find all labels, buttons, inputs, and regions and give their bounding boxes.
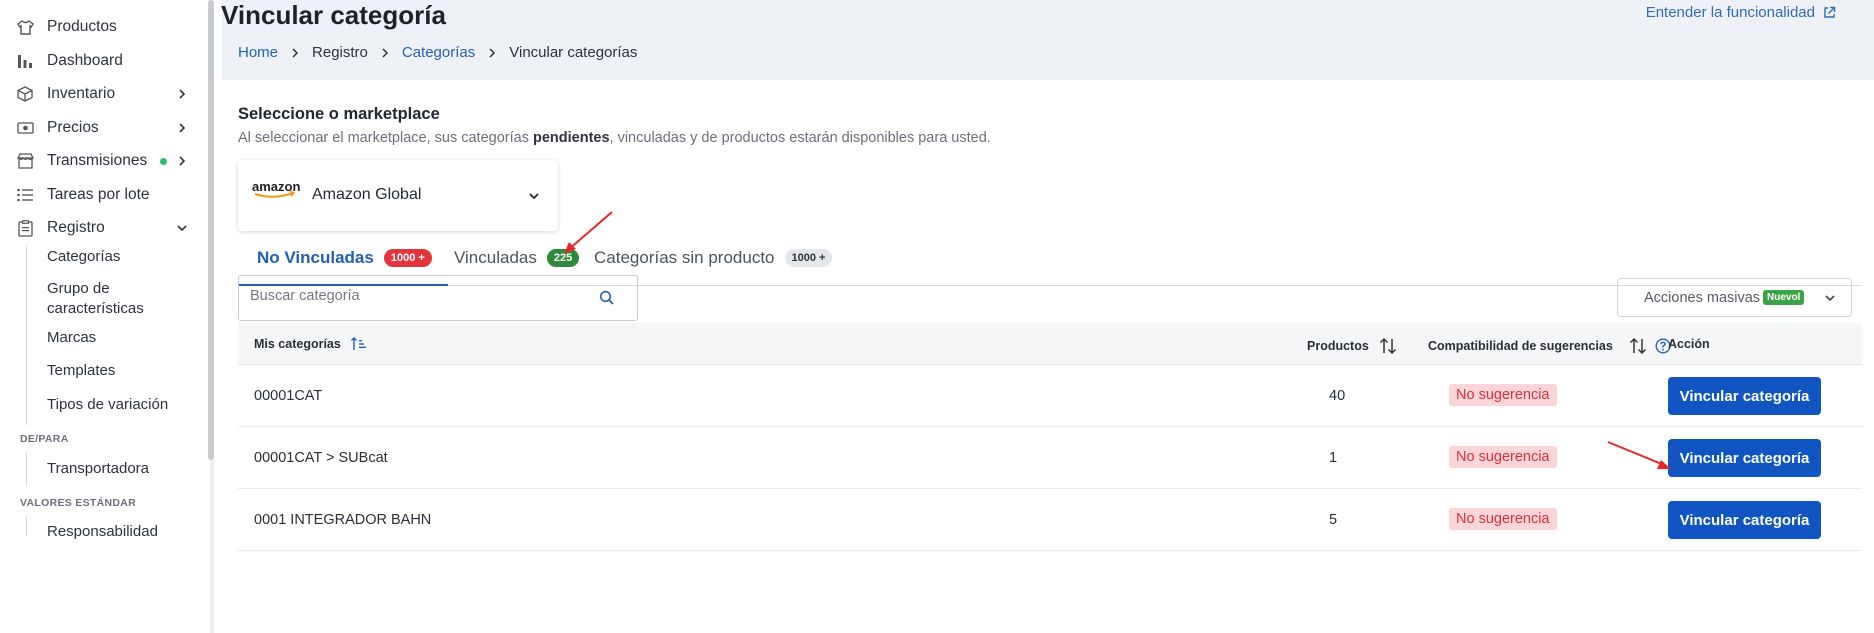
sidebar-item-label: Productos: [47, 18, 117, 35]
search-icon[interactable]: [599, 290, 615, 306]
link-category-button[interactable]: Vincular categoría: [1668, 501, 1821, 539]
sidebar-scrollbar[interactable]: [208, 0, 214, 460]
th-products[interactable]: Productos: [1307, 337, 1397, 355]
chevron-down-icon: [529, 193, 539, 200]
th-action: Acción: [1668, 337, 1710, 351]
marketplace-description: Al seleccionar el marketplace, sus categ…: [238, 130, 991, 146]
table-header: Mis categorías Productos Compatibilidad …: [238, 323, 1862, 365]
status-badge: No sugerencia: [1449, 446, 1557, 468]
sidebar-subitem-responsabilidad[interactable]: Responsabilidad: [47, 522, 158, 542]
sidebar-subitem-categorias[interactable]: Categorías: [47, 247, 120, 267]
page-title: Vincular categoría: [221, 0, 446, 30]
chevron-down-icon: [177, 225, 187, 232]
chevron-right-icon: [489, 47, 496, 58]
marketplace-selected-value: Amazon Global: [312, 186, 422, 203]
sidebar-item-precios[interactable]: Precios: [0, 113, 200, 143]
submenu-rail: [26, 452, 27, 486]
marketplace-title: Seleccione o marketplace: [238, 105, 440, 123]
sidebar-item-label: Dashboard: [47, 52, 123, 69]
table-row: 0001 INTEGRADOR BAHN 5 No sugerencia Vin…: [238, 489, 1862, 551]
link-category-button[interactable]: Vincular categoría: [1668, 439, 1821, 477]
section-label-depara: DE/PARA: [20, 433, 69, 445]
help-link-label: Entender la funcionalidad: [1645, 4, 1815, 21]
sidebar-item-transmisiones[interactable]: Transmisiones: [0, 146, 200, 176]
amazon-logo: amazon: [251, 179, 301, 205]
link-category-button[interactable]: Vincular categoría: [1668, 377, 1821, 415]
sidebar-subitem-tipos-variacion[interactable]: Tipos de variación: [47, 395, 168, 415]
bulk-actions-label: Acciones masivas: [1644, 289, 1761, 306]
box-icon: [16, 85, 34, 103]
sidebar-item-productos[interactable]: Productos: [0, 12, 200, 42]
sidebar-item-label: Inventario: [47, 85, 116, 102]
status-badge: No sugerencia: [1449, 384, 1557, 406]
breadcrumb-current: Vincular categorías: [509, 44, 638, 61]
sidebar-subitem-transportadora[interactable]: Transportadora: [47, 459, 149, 479]
sidebar-item-label: Transmisiones: [47, 152, 148, 169]
bulk-actions-dropdown[interactable]: Acciones masivas Nuevol: [1617, 278, 1852, 317]
annotation-arrow-icon: [564, 211, 613, 254]
sidebar-item-label: Registro: [47, 219, 105, 236]
submenu-rail: [26, 516, 27, 536]
external-link-icon: [1824, 6, 1836, 18]
th-categories[interactable]: Mis categorías: [254, 337, 367, 351]
chevron-down-icon: [1825, 294, 1835, 301]
product-count: 1: [1329, 450, 1338, 466]
status-badge: No sugerencia: [1449, 508, 1557, 530]
annotation-arrow-icon: [1607, 441, 1671, 469]
category-name: 00001CAT: [254, 388, 323, 404]
category-name: 00001CAT > SUBcat: [254, 450, 388, 466]
category-name: 0001 INTEGRADOR BAHN: [254, 512, 432, 528]
sidebar-item-registro[interactable]: Registro: [0, 213, 200, 243]
sort-icon[interactable]: [1379, 337, 1397, 355]
chevron-right-icon: [179, 123, 186, 133]
new-badge: Nuevol: [1763, 290, 1805, 305]
tab-label: No Vinculadas: [257, 247, 374, 267]
sidebar-subitem-marcas[interactable]: Marcas: [47, 328, 96, 348]
clipboard-icon: [16, 219, 34, 237]
tab-label: Vinculadas: [454, 247, 537, 267]
chevron-right-icon: [382, 47, 388, 58]
sidebar-scroll-track: [214, 0, 222, 633]
table-row: 00001CAT 40 No sugerencia Vincular categ…: [238, 365, 1862, 427]
product-count: 40: [1329, 388, 1346, 404]
breadcrumb-categorias[interactable]: Categorías: [402, 44, 475, 61]
money-icon: [16, 119, 34, 137]
chevron-right-icon: [179, 156, 186, 166]
chevron-right-icon: [292, 47, 299, 58]
submenu-rail: [26, 245, 27, 425]
bar-chart-icon: [16, 52, 34, 70]
sort-icon[interactable]: [1629, 337, 1647, 355]
search-box[interactable]: [238, 275, 638, 321]
main-card: Seleccione o marketplace Al seleccionar …: [222, 80, 1874, 633]
store-icon: [16, 152, 34, 170]
shirt-icon: [16, 18, 34, 36]
sidebar-item-tareas-por-lote[interactable]: Tareas por lote: [0, 180, 200, 210]
sidebar-subitem-grupo-caracteristicas[interactable]: Grupo de características: [47, 279, 187, 319]
sidebar: Productos Dashboard Inventario Precios T…: [0, 0, 210, 633]
section-label-valores: VALORES ESTÁNDAR: [20, 497, 137, 509]
count-badge: 1000 +: [383, 248, 432, 267]
list-icon: [16, 186, 34, 204]
breadcrumb-home[interactable]: Home: [238, 44, 278, 61]
chevron-right-icon: [179, 89, 186, 99]
sort-asc-icon[interactable]: [350, 337, 367, 351]
status-dot: [160, 157, 167, 165]
marketplace-select[interactable]: amazon Amazon Global: [238, 160, 558, 231]
sidebar-item-label: Precios: [47, 119, 99, 136]
tab-label: Categorías sin producto: [594, 247, 775, 267]
breadcrumb-registro[interactable]: Registro: [312, 44, 368, 61]
th-compat[interactable]: Compatibilidad de sugerencias: [1428, 337, 1671, 355]
count-badge: 1000 +: [784, 248, 833, 267]
sidebar-subitem-templates[interactable]: Templates: [47, 361, 115, 381]
help-link[interactable]: Entender la funcionalidad: [1646, 4, 1836, 21]
breadcrumb: Home Registro Categorías Vincular catego…: [238, 44, 637, 61]
sidebar-item-inventario[interactable]: Inventario: [0, 79, 200, 109]
sidebar-item-label: Tareas por lote: [47, 186, 150, 203]
product-count: 5: [1329, 512, 1338, 528]
search-input[interactable]: [250, 288, 580, 304]
sidebar-item-dashboard[interactable]: Dashboard: [0, 46, 200, 76]
